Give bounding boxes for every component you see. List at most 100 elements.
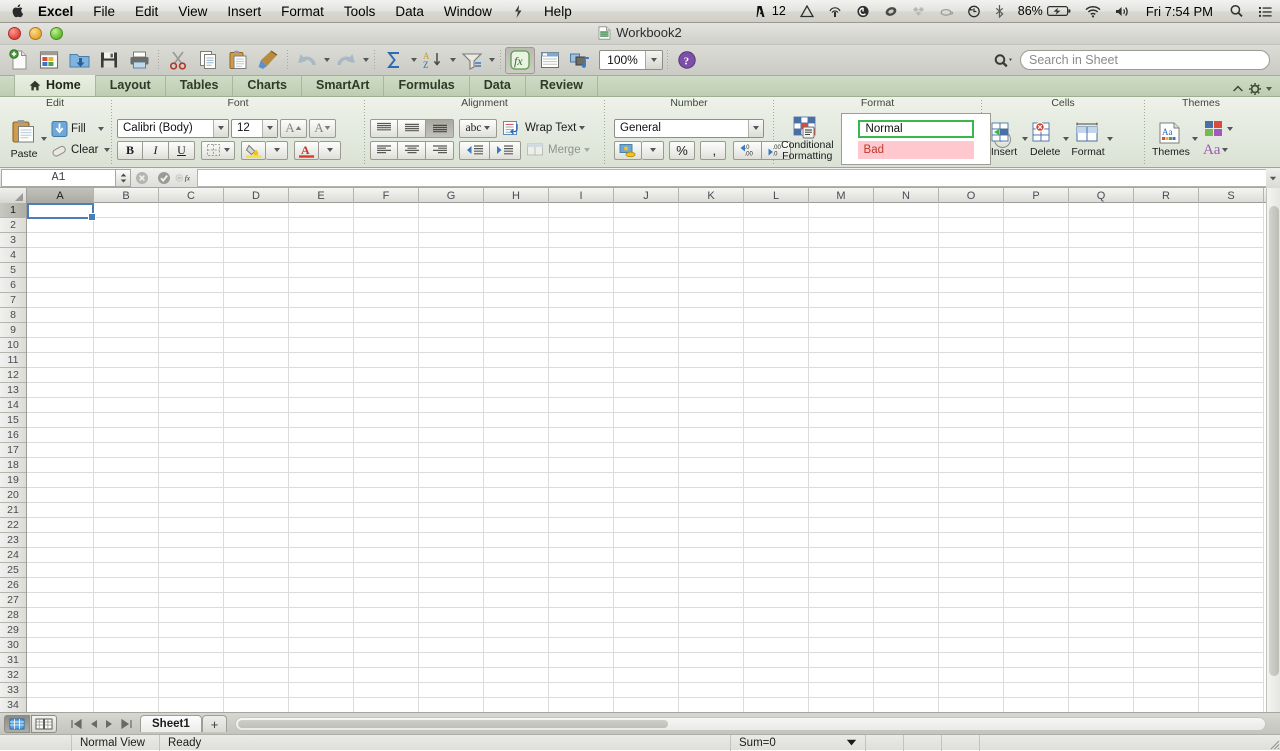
cell-P12[interactable] (1004, 368, 1069, 383)
cell-L19[interactable] (744, 473, 809, 488)
cell-I14[interactable] (549, 398, 614, 413)
cell-A20[interactable] (27, 488, 94, 503)
save-button[interactable] (94, 47, 124, 74)
cell-A25[interactable] (27, 563, 94, 578)
cell-K14[interactable] (679, 398, 744, 413)
cell-D4[interactable] (224, 248, 289, 263)
cell-I28[interactable] (549, 608, 614, 623)
cell-J25[interactable] (614, 563, 679, 578)
cell-Q22[interactable] (1069, 518, 1134, 533)
underline-button[interactable]: U (169, 140, 195, 160)
formula-input[interactable] (197, 168, 1266, 187)
vertical-scrollbar[interactable] (1266, 188, 1280, 712)
cell-L6[interactable] (744, 278, 809, 293)
row-header-16[interactable]: 16 (0, 428, 26, 443)
cell-C15[interactable] (159, 413, 224, 428)
cell-B15[interactable] (94, 413, 159, 428)
cell-E23[interactable] (289, 533, 354, 548)
cell-S4[interactable] (1199, 248, 1264, 263)
cell-O7[interactable] (939, 293, 1004, 308)
cell-F25[interactable] (354, 563, 419, 578)
column-header-P[interactable]: P (1004, 188, 1069, 203)
cell-C16[interactable] (159, 428, 224, 443)
cell-E15[interactable] (289, 413, 354, 428)
font-name-combo[interactable]: Calibri (Body) (117, 118, 229, 138)
cell-I4[interactable] (549, 248, 614, 263)
cell-Q14[interactable] (1069, 398, 1134, 413)
cell-D12[interactable] (224, 368, 289, 383)
cell-B23[interactable] (94, 533, 159, 548)
column-header-Q[interactable]: Q (1069, 188, 1134, 203)
cell-Q29[interactable] (1069, 623, 1134, 638)
cell-I16[interactable] (549, 428, 614, 443)
cell-R26[interactable] (1134, 578, 1199, 593)
column-header-J[interactable]: J (614, 188, 679, 203)
cell-G5[interactable] (419, 263, 484, 278)
cell-J18[interactable] (614, 458, 679, 473)
format-painter-button[interactable] (253, 47, 283, 74)
cell-L4[interactable] (744, 248, 809, 263)
cell-N17[interactable] (874, 443, 939, 458)
cell-S24[interactable] (1199, 548, 1264, 563)
cell-L3[interactable] (744, 233, 809, 248)
cell-N9[interactable] (874, 323, 939, 338)
cell-D26[interactable] (224, 578, 289, 593)
cell-K29[interactable] (679, 623, 744, 638)
cell-H32[interactable] (484, 668, 549, 683)
cell-E28[interactable] (289, 608, 354, 623)
cell-A30[interactable] (27, 638, 94, 653)
column-header-F[interactable]: F (354, 188, 419, 203)
cell-E6[interactable] (289, 278, 354, 293)
cell-L18[interactable] (744, 458, 809, 473)
cell-G21[interactable] (419, 503, 484, 518)
cell-O17[interactable] (939, 443, 1004, 458)
cell-G28[interactable] (419, 608, 484, 623)
cell-R29[interactable] (1134, 623, 1199, 638)
cell-B6[interactable] (94, 278, 159, 293)
cell-M26[interactable] (809, 578, 874, 593)
cell-N28[interactable] (874, 608, 939, 623)
cell-E30[interactable] (289, 638, 354, 653)
cell-C1[interactable] (159, 203, 224, 218)
cell-J24[interactable] (614, 548, 679, 563)
open-from-template-button[interactable] (34, 47, 64, 74)
cell-F18[interactable] (354, 458, 419, 473)
cell-F9[interactable] (354, 323, 419, 338)
cell-F32[interactable] (354, 668, 419, 683)
cell-B18[interactable] (94, 458, 159, 473)
cell-K33[interactable] (679, 683, 744, 698)
cell-K7[interactable] (679, 293, 744, 308)
cell-S3[interactable] (1199, 233, 1264, 248)
cell-B26[interactable] (94, 578, 159, 593)
cell-B17[interactable] (94, 443, 159, 458)
cell-C14[interactable] (159, 398, 224, 413)
search-input[interactable]: Search in Sheet (1020, 50, 1270, 70)
column-header-G[interactable]: G (419, 188, 484, 203)
row-header-21[interactable]: 21 (0, 503, 26, 518)
decrease-indent-button[interactable] (459, 140, 490, 160)
cell-S10[interactable] (1199, 338, 1264, 353)
cell-I5[interactable] (549, 263, 614, 278)
cell-H2[interactable] (484, 218, 549, 233)
cell-D8[interactable] (224, 308, 289, 323)
cell-P17[interactable] (1004, 443, 1069, 458)
cell-L27[interactable] (744, 593, 809, 608)
cell-P34[interactable] (1004, 698, 1069, 712)
cell-E22[interactable] (289, 518, 354, 533)
cell-K22[interactable] (679, 518, 744, 533)
cell-M30[interactable] (809, 638, 874, 653)
row-header-13[interactable]: 13 (0, 383, 26, 398)
cell-L23[interactable] (744, 533, 809, 548)
cell-J3[interactable] (614, 233, 679, 248)
cell-O23[interactable] (939, 533, 1004, 548)
cell-G34[interactable] (419, 698, 484, 712)
cell-P13[interactable] (1004, 383, 1069, 398)
cell-B22[interactable] (94, 518, 159, 533)
cell-E21[interactable] (289, 503, 354, 518)
cell-P30[interactable] (1004, 638, 1069, 653)
row-header-3[interactable]: 3 (0, 233, 26, 248)
cell-A23[interactable] (27, 533, 94, 548)
cell-G25[interactable] (419, 563, 484, 578)
cell-F30[interactable] (354, 638, 419, 653)
adobe-icon[interactable]: 12 (748, 0, 793, 23)
